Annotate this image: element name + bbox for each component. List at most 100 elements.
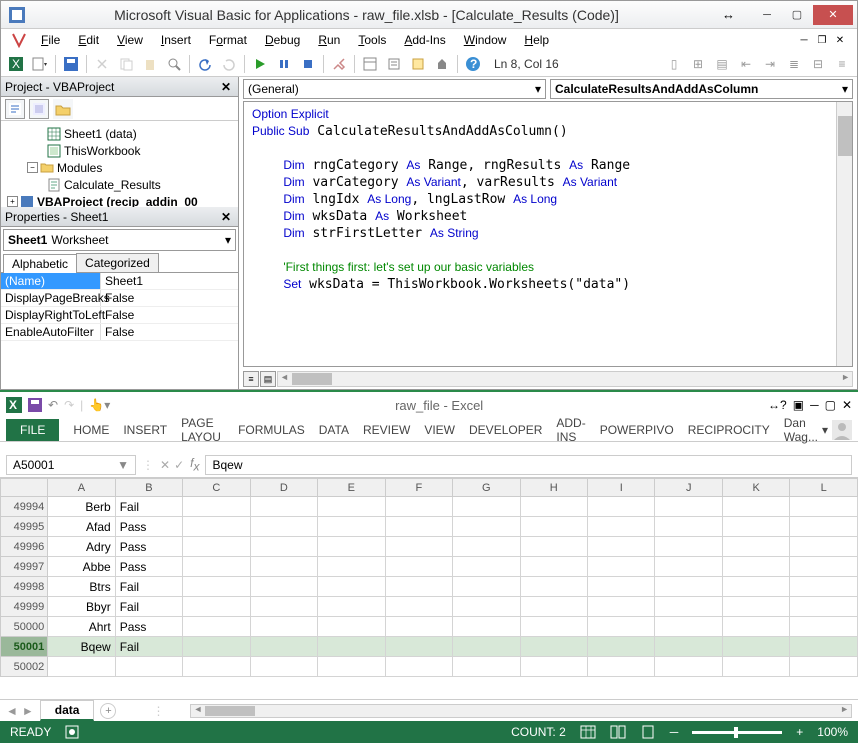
row-header[interactable]: 49994 xyxy=(1,497,48,517)
cell[interactable] xyxy=(453,637,520,657)
design-mode-button[interactable] xyxy=(328,53,350,75)
cell[interactable] xyxy=(520,497,587,517)
table-row[interactable]: 50000AhrtPass xyxy=(1,617,858,637)
cell[interactable] xyxy=(453,517,520,537)
cell[interactable] xyxy=(183,537,250,557)
row-header[interactable]: 49999 xyxy=(1,597,48,617)
tab-review[interactable]: REVIEW xyxy=(363,423,410,437)
tab-reciprocity[interactable]: RECIPROCITY xyxy=(688,423,770,437)
col-header-D[interactable]: D xyxy=(250,479,317,497)
sheet-tab-data[interactable]: data xyxy=(40,700,95,721)
cell[interactable]: Adry xyxy=(48,537,115,557)
cell[interactable] xyxy=(453,537,520,557)
menu-run[interactable]: Run xyxy=(310,31,348,49)
cell[interactable] xyxy=(385,497,452,517)
cell[interactable] xyxy=(790,637,858,657)
cell[interactable]: Berb xyxy=(48,497,115,517)
cell[interactable] xyxy=(520,637,587,657)
col-header-I[interactable]: I xyxy=(587,479,654,497)
user-avatar-icon[interactable] xyxy=(832,420,852,440)
col-header-C[interactable]: C xyxy=(183,479,250,497)
table-row[interactable]: 49994BerbFail xyxy=(1,497,858,517)
help-button[interactable]: ? xyxy=(462,53,484,75)
cell[interactable]: Pass xyxy=(115,617,182,637)
menu-tools[interactable]: Tools xyxy=(350,31,394,49)
row-header[interactable]: 49998 xyxy=(1,577,48,597)
cell[interactable]: Bbyr xyxy=(48,597,115,617)
mdi-close-button[interactable]: ✕ xyxy=(833,33,847,47)
expand-icon[interactable]: + xyxy=(7,196,18,207)
code-editor[interactable]: Option Explicit Public Sub CalculateResu… xyxy=(244,102,836,366)
menu-insert[interactable]: Insert xyxy=(153,31,199,49)
minimize-button[interactable]: ─ xyxy=(753,5,781,25)
cell[interactable]: Ahrt xyxy=(48,617,115,637)
col-header-G[interactable]: G xyxy=(453,479,520,497)
properties-grid[interactable]: (Name)Sheet1DisplayPageBreaksFalseDispla… xyxy=(1,273,238,389)
cell[interactable] xyxy=(453,577,520,597)
cell[interactable] xyxy=(453,617,520,637)
redo-button[interactable] xyxy=(218,53,240,75)
menu-debug[interactable]: Debug xyxy=(257,31,308,49)
cell[interactable] xyxy=(722,657,789,677)
properties-object-select[interactable]: Sheet1 Worksheet ▾ xyxy=(3,229,236,251)
cell[interactable] xyxy=(318,577,385,597)
cell[interactable] xyxy=(250,557,317,577)
view-code-button[interactable] xyxy=(5,99,25,119)
code-procedure-dropdown[interactable]: CalculateResultsAndAddAsColumn▾ xyxy=(550,79,853,99)
mdi-restore-button[interactable]: ❐ xyxy=(815,33,829,47)
cell[interactable] xyxy=(250,577,317,597)
tb-extra-8[interactable]: ≡ xyxy=(831,53,853,75)
cell[interactable] xyxy=(655,517,722,537)
table-row[interactable]: 49995AfadPass xyxy=(1,517,858,537)
tab-addins[interactable]: ADD-INS xyxy=(556,416,585,444)
menu-view[interactable]: View xyxy=(109,31,151,49)
cell[interactable] xyxy=(655,557,722,577)
menu-format[interactable]: Format xyxy=(201,31,255,49)
add-sheet-button[interactable]: + xyxy=(100,703,116,719)
cell[interactable] xyxy=(318,517,385,537)
tree-item-thisworkbook[interactable]: ThisWorkbook xyxy=(64,144,140,158)
cell[interactable] xyxy=(722,597,789,617)
col-header-J[interactable]: J xyxy=(655,479,722,497)
cell[interactable] xyxy=(520,597,587,617)
project-explorer-button[interactable] xyxy=(359,53,381,75)
cell[interactable] xyxy=(250,537,317,557)
close-button[interactable]: ✕ xyxy=(813,5,853,25)
cell[interactable] xyxy=(655,637,722,657)
tree-item-calculate-results[interactable]: Calculate_Results xyxy=(64,178,161,192)
cell[interactable] xyxy=(587,517,654,537)
cell[interactable]: Fail xyxy=(115,497,182,517)
tb-extra-1[interactable]: ▯ xyxy=(663,53,685,75)
table-row[interactable]: 49997AbbePass xyxy=(1,557,858,577)
cell[interactable]: Bqew xyxy=(48,637,115,657)
cell[interactable] xyxy=(250,497,317,517)
cell[interactable] xyxy=(722,637,789,657)
excel-close-button[interactable]: ✕ xyxy=(842,398,852,412)
save-button[interactable] xyxy=(60,53,82,75)
sheet-nav-next-button[interactable]: ► xyxy=(22,704,34,718)
tab-insert[interactable]: INSERT xyxy=(123,423,167,437)
tb-extra-3[interactable]: ▤ xyxy=(711,53,733,75)
row-header[interactable]: 50000 xyxy=(1,617,48,637)
copy-button[interactable] xyxy=(115,53,137,75)
code-vscrollbar[interactable] xyxy=(836,102,852,366)
cell[interactable] xyxy=(318,617,385,637)
cell[interactable]: Pass xyxy=(115,557,182,577)
cell[interactable] xyxy=(722,537,789,557)
cell[interactable] xyxy=(318,557,385,577)
cell[interactable] xyxy=(520,537,587,557)
table-row[interactable]: 50001BqewFail xyxy=(1,637,858,657)
col-header-E[interactable]: E xyxy=(318,479,385,497)
cell[interactable] xyxy=(183,577,250,597)
excel-minimize-button[interactable]: ─ xyxy=(810,398,819,412)
row-header[interactable]: 50001 xyxy=(1,637,48,657)
tb-extra-2[interactable]: ⊞ xyxy=(687,53,709,75)
menu-addins[interactable]: Add-Ins xyxy=(396,31,453,49)
menu-edit[interactable]: Edit xyxy=(70,31,107,49)
property-row[interactable]: (Name)Sheet1 xyxy=(1,273,238,290)
cell[interactable] xyxy=(385,577,452,597)
property-row[interactable]: EnableAutoFilterFalse xyxy=(1,324,238,341)
row-header[interactable]: 49996 xyxy=(1,537,48,557)
cell[interactable] xyxy=(250,657,317,677)
tab-pagelayout[interactable]: PAGE LAYOU xyxy=(181,416,224,444)
